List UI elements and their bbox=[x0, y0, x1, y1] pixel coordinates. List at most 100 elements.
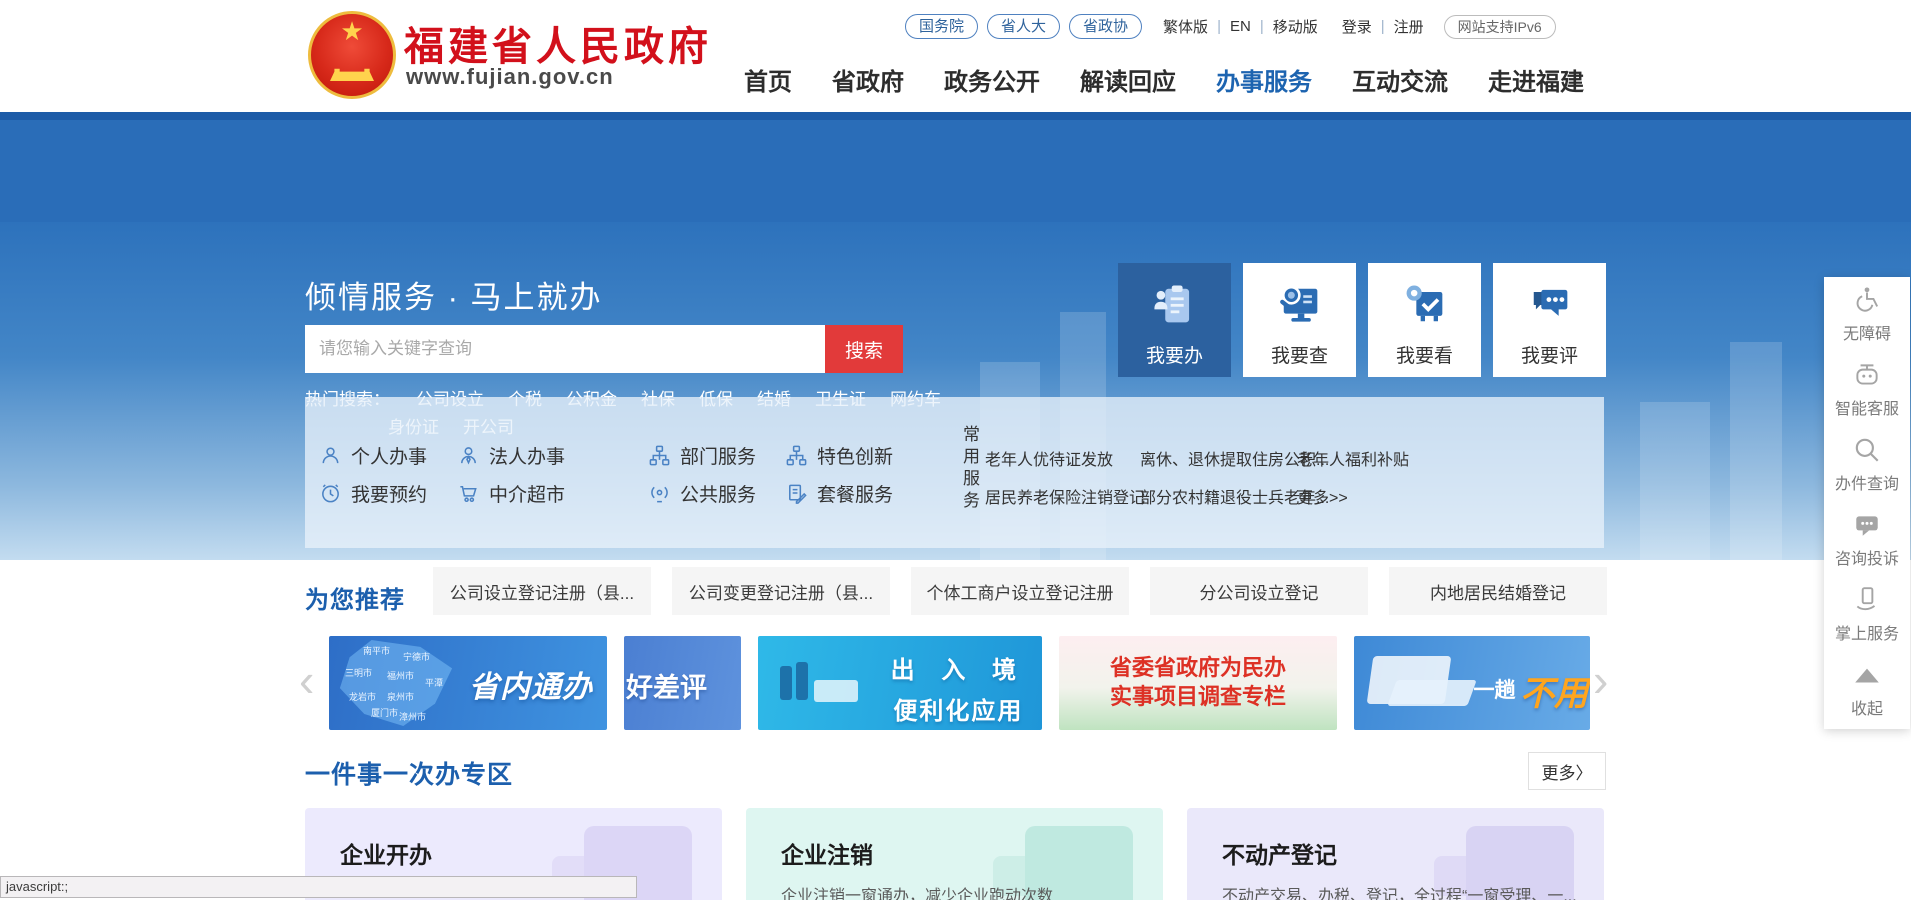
gov-link-provincial-congress[interactable]: 省人大 bbox=[987, 14, 1060, 39]
service-label: 部门服务 bbox=[680, 442, 756, 469]
carousel-next-button[interactable]: › bbox=[1593, 650, 1608, 710]
promo-banner-entry-exit[interactable]: 出 入 境 便利化应用 bbox=[758, 636, 1042, 730]
tile-label: 我要看 bbox=[1396, 341, 1453, 368]
service-link-package[interactable]: 套餐服务 bbox=[785, 480, 893, 507]
card-title: 企业注销 bbox=[781, 836, 873, 870]
legal-person-icon bbox=[457, 444, 480, 467]
service-label: 套餐服务 bbox=[817, 480, 893, 507]
onething-card-real-estate[interactable]: 不动产登记 不动产交易、办税、登记，全过程“一窗受理、一... bbox=[1187, 808, 1604, 900]
nav-item-interaction[interactable]: 互动交流 bbox=[1352, 62, 1448, 97]
mobile-icon bbox=[1852, 585, 1882, 615]
common-service-link[interactable]: 老年人优待证发放 bbox=[985, 446, 1113, 470]
sidebar-item-collapse[interactable]: 收起 bbox=[1824, 652, 1910, 727]
sidebar-item-label: 收起 bbox=[1851, 695, 1883, 719]
header-utility-row: 国务院 省人大 省政协 繁体版 | EN | 移动版 登录 | 注册 网站支持I… bbox=[905, 14, 1556, 39]
service-link-appointment[interactable]: 我要预约 bbox=[319, 480, 427, 507]
search-button[interactable]: 搜索 bbox=[825, 325, 903, 373]
service-link-legal-person[interactable]: 法人办事 bbox=[457, 442, 565, 469]
tile-i-want-to-check[interactable]: 我要查 bbox=[1243, 263, 1356, 377]
tile-i-want-to-rate[interactable]: 我要评 bbox=[1493, 263, 1606, 377]
common-service-link[interactable]: 老年人福利补贴 bbox=[1297, 446, 1409, 470]
promo-banner-rating[interactable]: 好差评 bbox=[624, 636, 741, 730]
more-button[interactable]: 更多〉 bbox=[1528, 752, 1606, 790]
lang-en-link[interactable]: EN bbox=[1230, 18, 1251, 35]
emblem-star-icon: ★ bbox=[311, 18, 393, 44]
service-label: 公共服务 bbox=[680, 480, 756, 507]
gov-link-state-council[interactable]: 国务院 bbox=[905, 14, 978, 39]
service-link-agency-market[interactable]: 中介超市 bbox=[457, 480, 565, 507]
nav-item-services[interactable]: 办事服务 bbox=[1216, 62, 1312, 97]
service-link-department[interactable]: 部门服务 bbox=[648, 442, 756, 469]
tile-i-want-to-do[interactable]: 我要办 bbox=[1118, 263, 1231, 377]
recommend-item[interactable]: 个体工商户设立登记注册 bbox=[911, 567, 1129, 615]
ipv6-badge: 网站支持IPv6 bbox=[1444, 15, 1556, 39]
service-label: 我要预约 bbox=[351, 480, 427, 507]
register-link[interactable]: 注册 bbox=[1394, 16, 1424, 37]
banner-text: 一趟 bbox=[1474, 679, 1516, 702]
figure-decoration bbox=[796, 662, 808, 700]
recommend-title: 为您推荐 bbox=[305, 580, 405, 615]
building-decoration bbox=[1640, 402, 1710, 560]
sidebar-item-mobile-service[interactable]: 掌上服务 bbox=[1824, 577, 1910, 652]
sidebar-item-case-inquiry[interactable]: 办件查询 bbox=[1824, 427, 1910, 502]
service-link-public[interactable]: 公共服务 bbox=[648, 480, 756, 507]
tile-i-want-to-view[interactable]: 我要看 bbox=[1368, 263, 1481, 377]
recommend-item[interactable]: 内地居民结婚登记 bbox=[1389, 567, 1607, 615]
services-panel: 个人办事 法人办事 部门服务 特色创新 我要预约 中介超市 bbox=[305, 397, 1604, 548]
common-services-label: 常用服务 bbox=[957, 425, 982, 521]
service-label: 中介超市 bbox=[489, 480, 565, 507]
separator: | bbox=[1217, 18, 1221, 35]
desk-decoration bbox=[814, 680, 858, 702]
separator: | bbox=[1381, 18, 1385, 35]
promo-banner-one-trip[interactable]: 一趟 不用 bbox=[1354, 636, 1590, 730]
service-link-innovation[interactable]: 特色创新 bbox=[785, 442, 893, 469]
promo-banner-survey[interactable]: 省委省政府为民办 实事项目调查专栏 bbox=[1059, 636, 1337, 730]
service-label: 特色创新 bbox=[817, 442, 893, 469]
nav-item-home[interactable]: 首页 bbox=[744, 62, 792, 97]
nav-item-about-fujian[interactable]: 走进福建 bbox=[1488, 62, 1584, 97]
lang-traditional-link[interactable]: 繁体版 bbox=[1163, 16, 1208, 37]
national-emblem-logo: ★ bbox=[308, 11, 396, 99]
floating-sidebar: 无障碍 智能客服 办件查询 咨询投诉 掌上服务 bbox=[1824, 277, 1910, 729]
login-link[interactable]: 登录 bbox=[1342, 16, 1372, 37]
common-services-more-link[interactable]: 更多>> bbox=[1297, 484, 1348, 508]
service-link-personal[interactable]: 个人办事 bbox=[319, 442, 427, 469]
service-hall-banner: 全国一体化在线政务服务平台 福建省网上办事大厅 鲤城区 专题导航 特色专栏 bbox=[0, 120, 1911, 222]
public-service-icon bbox=[648, 482, 671, 505]
robot-icon bbox=[1852, 360, 1882, 390]
hero-slogan: 倾情服务 · 马上就办 bbox=[305, 272, 603, 317]
clipboard-icon bbox=[1149, 279, 1201, 331]
sidebar-item-smart-service[interactable]: 智能客服 bbox=[1824, 352, 1910, 427]
person-icon bbox=[319, 444, 342, 467]
sidebar-item-consult-complaint[interactable]: 咨询投诉 bbox=[1824, 502, 1910, 577]
onething-card-business-cancellation[interactable]: 企业注销 企业注销一窗通办，减少企业跑动次数 bbox=[746, 808, 1163, 900]
search-icon bbox=[1852, 435, 1882, 465]
banner-title: 好差评 bbox=[626, 666, 707, 705]
nav-item-gov-affairs[interactable]: 政务公开 bbox=[944, 62, 1040, 97]
recommend-item[interactable]: 公司设立登记注册（县... bbox=[433, 567, 651, 615]
banner-line: 便利化应用 bbox=[891, 691, 1026, 726]
common-service-link[interactable]: 居民养老保险注销登记 bbox=[985, 484, 1145, 508]
figure-decoration bbox=[780, 666, 792, 700]
search-input[interactable] bbox=[305, 325, 825, 373]
recommend-item[interactable]: 分公司设立登记 bbox=[1150, 567, 1368, 615]
laptop-decoration bbox=[1387, 680, 1476, 706]
building-decoration bbox=[1730, 342, 1782, 560]
recommend-item[interactable]: 公司变更登记注册（县... bbox=[672, 567, 890, 615]
promo-banner-province-wide[interactable]: 南平市 宁德市 三明市 福州市 平潭 龙岩市 泉州市 厦门市 漳州市 省内通办 bbox=[329, 636, 607, 730]
sidebar-item-accessibility[interactable]: 无障碍 bbox=[1824, 277, 1910, 352]
carousel-prev-button[interactable]: ‹ bbox=[299, 650, 314, 710]
nav-item-interpretation[interactable]: 解读回应 bbox=[1080, 62, 1176, 97]
package-icon bbox=[785, 482, 808, 505]
sidebar-item-label: 掌上服务 bbox=[1835, 620, 1899, 644]
banner-title: 出 入 境 便利化应用 bbox=[891, 650, 1026, 726]
lang-mobile-link[interactable]: 移动版 bbox=[1273, 16, 1318, 37]
gov-link-provincial-cppcc[interactable]: 省政协 bbox=[1069, 14, 1142, 39]
separator: | bbox=[1260, 18, 1264, 35]
nav-item-provincial-gov[interactable]: 省政府 bbox=[832, 62, 904, 97]
map-city-label: 福州市 bbox=[387, 669, 414, 682]
recommend-list: 公司设立登记注册（县... 公司变更登记注册（县... 个体工商户设立登记注册 … bbox=[433, 567, 1607, 615]
innovation-icon bbox=[785, 444, 808, 467]
cart-icon bbox=[457, 482, 480, 505]
banner-title: 省内通办 bbox=[469, 662, 593, 706]
